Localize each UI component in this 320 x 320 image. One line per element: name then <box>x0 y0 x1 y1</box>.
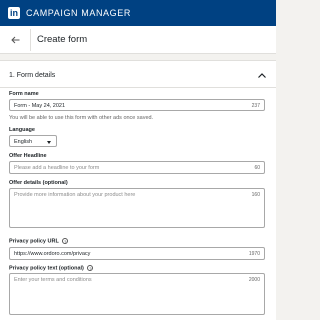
offer-headline-input[interactable]: Please add a headline to your form 60 <box>9 161 265 174</box>
form-name-input[interactable]: Form - May 24, 2021 237 <box>9 99 265 111</box>
offer-details-label: Offer details (optional) <box>9 180 68 186</box>
language-label: Language <box>9 127 35 133</box>
help-icon[interactable]: ? <box>87 265 94 271</box>
help-icon[interactable]: ? <box>62 238 69 244</box>
offer-details-textarea[interactable]: Provide more information about your prod… <box>9 188 265 228</box>
privacy-url-value: https://www.ordoro.com/privacy <box>14 251 91 257</box>
form-card: 1. Form details Form name Form - May 24,… <box>0 60 276 320</box>
section-divider <box>0 87 276 88</box>
privacy-text-counter: 2000 <box>248 277 260 283</box>
privacy-url-label-text: Privacy policy URL <box>9 238 59 245</box>
privacy-url-input[interactable]: https://www.ordoro.com/privacy 1970 <box>9 247 265 260</box>
language-select[interactable]: English <box>9 135 57 147</box>
section-title: 1. Form details <box>9 71 56 79</box>
privacy-url-label: Privacy policy URL ? <box>9 238 69 245</box>
header-divider <box>30 28 31 51</box>
form-name-counter: 237 <box>251 103 260 109</box>
privacy-text-placeholder: Enter your terms and conditions <box>14 277 92 283</box>
form-name-hint: You will be able to use this form with o… <box>9 115 154 121</box>
privacy-text-label-text: Privacy policy text (optional) <box>9 265 84 272</box>
app-brand: CAMPAIGN MANAGER <box>26 8 131 18</box>
offer-headline-counter: 60 <box>254 165 260 171</box>
language-value: English <box>14 138 33 145</box>
top-bar: in CAMPAIGN MANAGER <box>0 0 276 26</box>
chevron-up-icon[interactable] <box>257 70 267 80</box>
offer-details-placeholder: Provide more information about your prod… <box>14 192 136 198</box>
page-header: Create form <box>0 26 276 54</box>
privacy-text-label: Privacy policy text (optional) ? <box>9 265 94 272</box>
section-header[interactable]: 1. Form details <box>9 69 267 81</box>
privacy-text-textarea[interactable]: Enter your terms and conditions 2000 <box>9 273 265 315</box>
offer-headline-placeholder: Please add a headline to your form <box>14 165 100 171</box>
form-name-label: Form name <box>9 91 39 97</box>
offer-headline-label: Offer Headline <box>9 153 47 159</box>
back-arrow-icon[interactable] <box>2 29 28 51</box>
offer-details-counter: 160 <box>251 192 260 198</box>
form-name-value: Form - May 24, 2021 <box>14 103 66 109</box>
page-title: Create form <box>37 34 88 45</box>
linkedin-logo-icon[interactable]: in <box>8 7 20 19</box>
privacy-url-counter: 1970 <box>248 251 260 257</box>
dropdown-caret-icon <box>47 140 51 144</box>
